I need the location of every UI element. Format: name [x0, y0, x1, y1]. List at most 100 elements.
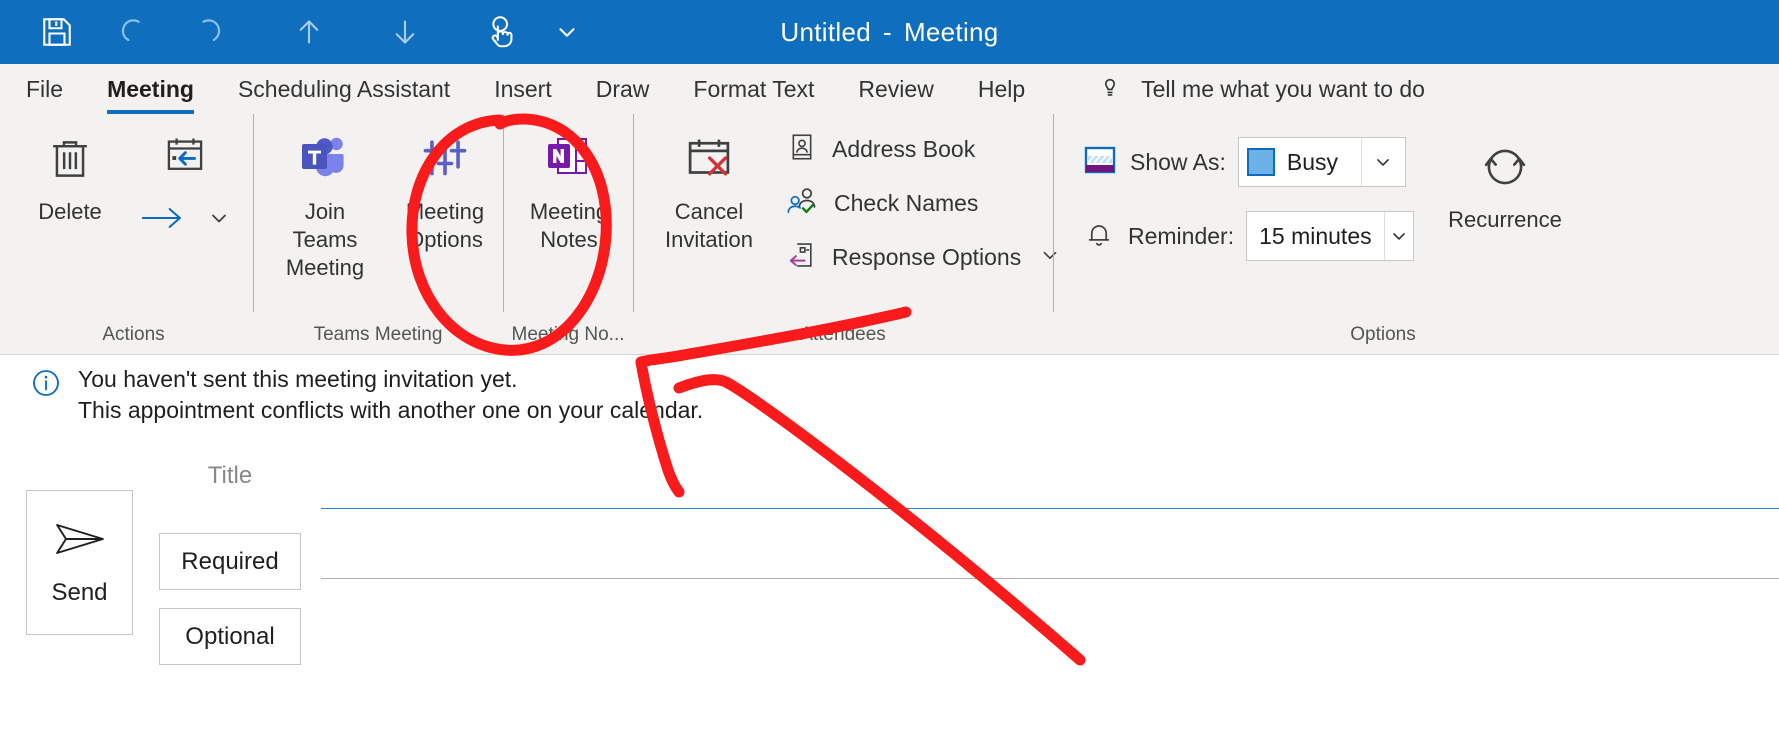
undo-button[interactable]: [100, 0, 166, 64]
calendar-cancel-icon: [681, 128, 737, 190]
cancel-invitation-button[interactable]: Cancel Invitation: [644, 114, 774, 254]
quick-access-toolbar: [0, 0, 600, 64]
meeting-form: Send Title Required Optional: [0, 446, 1779, 752]
forward-arrow-icon[interactable]: [139, 203, 185, 238]
reminder-chevron-down-icon[interactable]: [1383, 212, 1413, 260]
show-as-value: Busy: [1286, 148, 1339, 175]
meeting-notes-button[interactable]: Meeting Notes: [514, 114, 624, 254]
show-as-row: Show As: Busy: [1082, 128, 1414, 196]
response-options-icon: [786, 239, 818, 276]
send-button[interactable]: Send: [26, 490, 133, 635]
busy-color-swatch: [1246, 148, 1275, 176]
required-input-underline[interactable]: [321, 578, 1779, 579]
tab-file[interactable]: File: [0, 64, 85, 114]
ribbon-group-meeting-notes: Meeting Notes: [503, 114, 633, 312]
title-input-underline[interactable]: [321, 508, 1779, 509]
paper-plane-icon: [52, 518, 108, 565]
ribbon-group-labels: Actions Teams Meeting Meeting No... Atte…: [0, 312, 1779, 355]
arrow-up-icon: [291, 14, 327, 50]
address-book-button[interactable]: Address Book: [774, 122, 1073, 176]
address-book-icon: [786, 131, 818, 168]
response-options-label: Response Options: [832, 243, 1022, 270]
window-title-name: Untitled: [780, 16, 871, 47]
join-teams-meeting-button[interactable]: Join Teams Meeting: [264, 114, 386, 282]
meeting-options-label: Meeting Options: [405, 199, 485, 253]
touch-mode-button[interactable]: [468, 0, 534, 64]
send-label: Send: [51, 579, 108, 606]
title-placeholder-label: Title: [207, 462, 253, 489]
chevron-down-icon: [554, 19, 580, 45]
field-button-column: Title Required Optional: [159, 446, 301, 665]
response-options-button[interactable]: Response Options: [774, 230, 1073, 284]
previous-item-button[interactable]: [276, 0, 342, 64]
onenote-icon: [542, 128, 596, 190]
arrow-down-icon: [387, 14, 423, 50]
reminder-label: Reminder:: [1128, 222, 1235, 249]
forward-button[interactable]: [126, 132, 243, 183]
reminder-dropdown[interactable]: 15 minutes: [1246, 211, 1415, 261]
info-bar: You haven't sent this meeting invitation…: [0, 356, 1779, 446]
window-title-type: Meeting: [903, 16, 999, 47]
sliders-icon: [418, 128, 472, 190]
info-message-line2: This appointment conflicts with another …: [78, 396, 704, 423]
ribbon: Delete Join Teams Meeting Meeting Option…: [0, 114, 1779, 355]
group-label-meeting-notes: Meeting No...: [511, 324, 625, 345]
meeting-notes-label: Meeting Notes: [529, 199, 609, 253]
ribbon-group-actions: Delete: [0, 114, 253, 312]
tell-me-label: Tell me what you want to do: [1141, 75, 1425, 102]
tell-me-search[interactable]: Tell me what you want to do: [1095, 72, 1425, 107]
undo-icon: [114, 13, 152, 51]
delete-label: Delete: [38, 199, 102, 224]
forward-calendar-icon: [162, 132, 208, 183]
address-book-label: Address Book: [832, 135, 976, 162]
tab-draw[interactable]: Draw: [574, 64, 672, 114]
lightbulb-icon: [1095, 72, 1125, 107]
save-button[interactable]: [24, 0, 90, 64]
ribbon-tab-bar: File Meeting Scheduling Assistant Insert…: [0, 64, 1779, 114]
ribbon-group-attendees: Cancel Invitation Address Book Check Nam…: [633, 114, 1057, 312]
ribbon-group-teams-meeting: Join Teams Meeting Meeting Options: [253, 114, 503, 312]
reminder-value: 15 minutes: [1259, 222, 1372, 249]
meeting-options-button[interactable]: Meeting Options: [386, 114, 504, 254]
show-as-dropdown[interactable]: Busy: [1237, 137, 1406, 187]
actions-more-chevron-down-icon[interactable]: [207, 206, 231, 235]
delete-button[interactable]: Delete: [14, 114, 126, 226]
group-label-attendees: Attendees: [800, 324, 886, 345]
customize-qat-button[interactable]: [534, 0, 600, 64]
redo-button[interactable]: [176, 0, 242, 64]
info-icon: [30, 364, 62, 404]
recurrence-icon: [1477, 136, 1533, 198]
join-teams-meeting-label: Join Teams Meeting: [285, 199, 365, 281]
check-names-button[interactable]: Check Names: [774, 176, 1073, 230]
touch-hand-icon: [482, 13, 520, 51]
tab-insert[interactable]: Insert: [472, 64, 574, 114]
window-title-dash: -: [882, 16, 892, 47]
recurrence-button[interactable]: Recurrence: [1438, 114, 1572, 234]
tab-help[interactable]: Help: [956, 64, 1047, 114]
tab-review[interactable]: Review: [836, 64, 955, 114]
show-as-chevron-down-icon[interactable]: [1360, 138, 1405, 186]
tab-meeting[interactable]: Meeting: [85, 64, 216, 114]
title-bar: Untitled - Meeting: [0, 0, 1779, 64]
show-as-icon: [1082, 144, 1118, 181]
tab-scheduling-assistant[interactable]: Scheduling Assistant: [216, 64, 472, 114]
teams-logo-icon: [297, 128, 353, 190]
next-item-button[interactable]: [372, 0, 438, 64]
tab-format-text[interactable]: Format Text: [671, 64, 836, 114]
group-label-options: Options: [1350, 324, 1416, 345]
group-label-actions: Actions: [102, 324, 165, 345]
info-message-line1: You haven't sent this meeting invitation…: [78, 366, 518, 392]
check-names-label: Check Names: [834, 189, 979, 216]
bell-icon: [1082, 218, 1116, 255]
ribbon-group-options: Show As: Busy Reminder: 15 minutes Recur…: [1053, 114, 1713, 312]
outlook-meeting-window: Untitled - Meeting File Meeting Scheduli…: [0, 0, 1779, 752]
trash-icon: [43, 128, 97, 190]
recurrence-label: Recurrence: [1448, 207, 1562, 232]
check-names-icon: [786, 185, 820, 222]
group-label-teams-meeting: Teams Meeting: [313, 324, 443, 345]
required-attendees-button[interactable]: Required: [159, 533, 301, 590]
optional-attendees-button[interactable]: Optional: [159, 608, 301, 665]
show-as-label: Show As:: [1130, 148, 1226, 175]
cancel-invitation-label: Cancel Invitation: [664, 199, 754, 253]
reminder-row: Reminder: 15 minutes: [1082, 202, 1415, 270]
